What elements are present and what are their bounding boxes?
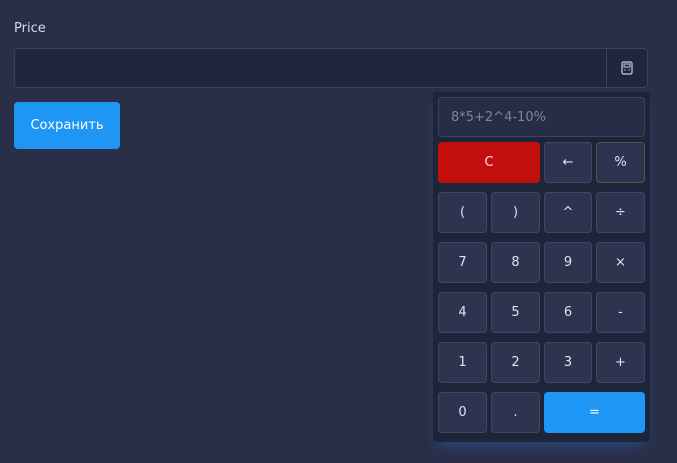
digit-8-key[interactable]: 8 bbox=[491, 242, 540, 283]
clear-key[interactable]: C bbox=[438, 142, 540, 183]
digit-1-key[interactable]: 1 bbox=[438, 342, 487, 383]
equals-key[interactable]: = bbox=[544, 392, 645, 433]
digit-9-key[interactable]: 9 bbox=[544, 242, 592, 283]
save-button[interactable]: Сохранить bbox=[14, 102, 120, 149]
percent-key[interactable]: % bbox=[596, 142, 645, 183]
digit-5-key[interactable]: 5 bbox=[491, 292, 540, 333]
price-label: Price bbox=[14, 21, 46, 36]
decimal-key[interactable]: . bbox=[491, 392, 540, 433]
calculator-icon bbox=[621, 61, 633, 75]
backspace-key[interactable]: ← bbox=[544, 142, 592, 183]
calculator-toggle-button[interactable] bbox=[606, 49, 647, 87]
paren-open-key[interactable]: ( bbox=[438, 192, 487, 233]
price-field bbox=[14, 48, 648, 88]
plus-key[interactable]: + bbox=[596, 342, 645, 383]
digit-7-key[interactable]: 7 bbox=[438, 242, 487, 283]
paren-close-key[interactable]: ) bbox=[491, 192, 540, 233]
multiply-key[interactable]: × bbox=[596, 242, 645, 283]
digit-4-key[interactable]: 4 bbox=[438, 292, 487, 333]
digit-6-key[interactable]: 6 bbox=[544, 292, 592, 333]
minus-key[interactable]: - bbox=[596, 292, 645, 333]
digit-0-key[interactable]: 0 bbox=[438, 392, 487, 433]
divide-key[interactable]: ÷ bbox=[596, 192, 645, 233]
power-key[interactable]: ^ bbox=[544, 192, 592, 233]
digit-2-key[interactable]: 2 bbox=[491, 342, 540, 383]
digit-3-key[interactable]: 3 bbox=[544, 342, 592, 383]
calculator-display: 8*5+2^4-10% bbox=[438, 97, 645, 137]
calculator-panel: 8*5+2^4-10% C ← % ( ) ^ ÷ 7 8 9 × 4 5 6 … bbox=[433, 92, 650, 442]
price-input[interactable] bbox=[15, 49, 607, 87]
